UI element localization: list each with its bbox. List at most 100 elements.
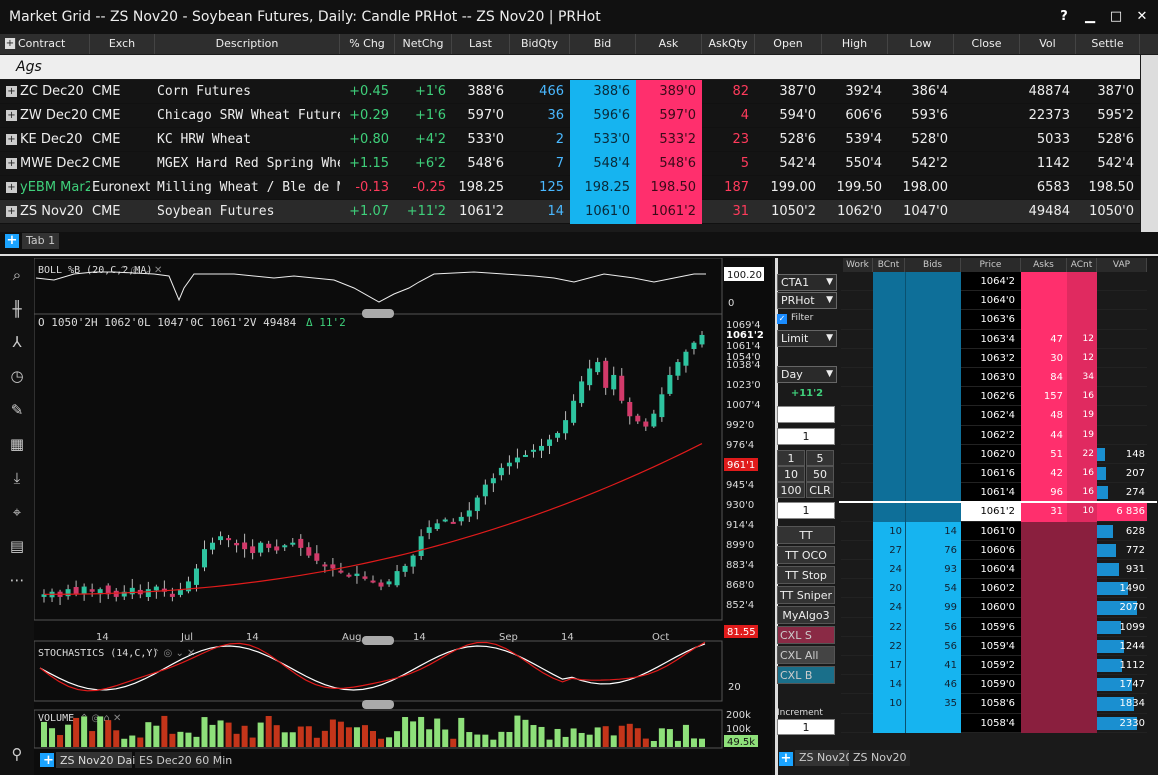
bid-cell[interactable]: 76 [905, 540, 961, 560]
cell-pchg[interactable]: +0.45 [340, 80, 395, 104]
qty-preset-button[interactable]: 100 [777, 482, 805, 498]
column-header[interactable]: Bid [570, 34, 636, 54]
cell-desc[interactable]: Soybean Futures [155, 200, 340, 224]
cell-settle[interactable]: 387'0 [1076, 80, 1140, 104]
qty-preset-button[interactable]: 1 [777, 450, 805, 466]
price-cell[interactable]: 1064'0 [961, 291, 1021, 311]
ladder-row[interactable]: 1061'6 42 16 207 [841, 464, 1147, 484]
cell-ask[interactable]: 533'2 [636, 128, 702, 152]
cell-pchg[interactable]: +1.15 [340, 152, 395, 176]
ladder-row[interactable]: 14 46 1059'0 1747 [841, 675, 1147, 695]
cell-ask[interactable]: 597'0 [636, 104, 702, 128]
cell-high[interactable]: 199.50 [822, 176, 888, 200]
cell-last[interactable]: 533'0 [452, 128, 510, 152]
work-cell[interactable] [841, 636, 873, 656]
algo-button[interactable]: TT OCO [777, 546, 835, 564]
work-cell[interactable] [841, 617, 873, 637]
column-header[interactable]: Open [755, 34, 822, 54]
cell-open[interactable]: 542'4 [755, 152, 822, 176]
cell-desc[interactable]: Corn Futures [155, 80, 340, 104]
cell-contract[interactable]: ZS Nov20 [18, 200, 90, 224]
pane-divider[interactable] [0, 254, 1158, 256]
ladder-row[interactable]: 22 56 1059'6 1099 [841, 617, 1147, 637]
bid-cell[interactable]: 93 [905, 560, 961, 580]
cell-contract[interactable]: ZW Dec20 [18, 104, 90, 128]
price-cell[interactable]: 1059'6 [961, 617, 1021, 637]
study-controls-icon[interactable]: ⌃ ◎ ⌄ ✕ [152, 648, 195, 659]
ask-cell[interactable] [1021, 272, 1067, 292]
ladder-row[interactable]: 1061'4 96 16 274 [841, 483, 1147, 503]
ladder-row[interactable]: 1062'6 157 16 [841, 387, 1147, 407]
cell-desc[interactable]: KC HRW Wheat [155, 128, 340, 152]
cell-low[interactable]: 593'6 [888, 104, 954, 128]
price-cell[interactable]: 1058'6 [961, 694, 1021, 714]
price-cell[interactable]: 1060'6 [961, 540, 1021, 560]
cell-ask[interactable]: 1061'2 [636, 200, 702, 224]
cell-askqty[interactable]: 187 [702, 176, 755, 200]
cell-netchg[interactable]: +6'2 [395, 152, 452, 176]
column-header[interactable]: % Chg [340, 34, 395, 54]
algo-button[interactable]: TT Sniper [777, 586, 835, 604]
bid-cell[interactable] [905, 348, 961, 368]
price-cell[interactable]: 1061'0 [961, 521, 1021, 541]
ask-cell[interactable]: 47 [1021, 329, 1067, 349]
work-cell[interactable] [841, 598, 873, 618]
price-cell[interactable]: 1059'2 [961, 656, 1021, 676]
bid-cell[interactable]: 56 [905, 636, 961, 656]
bid-cell[interactable]: 56 [905, 617, 961, 637]
cell-close[interactable] [954, 200, 1020, 224]
help-icon[interactable]: ? [1056, 8, 1072, 24]
column-header[interactable]: High [822, 34, 888, 54]
work-cell[interactable] [841, 444, 873, 464]
work-cell[interactable] [841, 694, 873, 714]
price-chart[interactable]: BOLL %B (20,C,2,MA)⌃ ◎ ⌄ ✕ 100.200O 1050'… [34, 258, 772, 775]
ask-cell[interactable]: 51 [1021, 444, 1067, 464]
column-header[interactable]: Vol [1020, 34, 1076, 54]
cell-vol[interactable]: 48874 [1020, 80, 1076, 104]
cell-netchg[interactable]: +1'6 [395, 104, 452, 128]
increment-field[interactable]: 1 [777, 719, 835, 735]
cell-last[interactable]: 597'0 [452, 104, 510, 128]
ladder-row[interactable]: 27 76 1060'6 772 [841, 540, 1147, 560]
ask-cell[interactable] [1021, 598, 1067, 618]
cell-bidqty[interactable]: 466 [510, 80, 570, 104]
ladder-row[interactable]: 1062'0 51 22 148 [841, 444, 1147, 464]
cell-vol[interactable]: 6583 [1020, 176, 1076, 200]
cell-close[interactable] [954, 128, 1020, 152]
clock-icon[interactable]: ◷ [8, 367, 26, 385]
ask-cell[interactable] [1021, 579, 1067, 599]
cell-askqty[interactable]: 31 [702, 200, 755, 224]
bid-cell[interactable] [905, 387, 961, 407]
layout-icon[interactable]: ▦ [8, 435, 26, 453]
ladder-row[interactable]: 1064'2 [841, 272, 1147, 292]
ask-cell[interactable] [1021, 713, 1067, 733]
ladder-row[interactable]: 1058'4 2330 [841, 713, 1147, 733]
cell-open[interactable]: 1050'2 [755, 200, 822, 224]
cell-bidqty[interactable]: 125 [510, 176, 570, 200]
cell-netchg[interactable]: -0.25 [395, 176, 452, 200]
cell-settle[interactable]: 595'2 [1076, 104, 1140, 128]
ask-cell[interactable] [1021, 310, 1067, 330]
work-cell[interactable] [841, 656, 873, 676]
ladder-row[interactable]: 1063'4 47 12 [841, 329, 1147, 349]
cell-bidqty[interactable]: 2 [510, 128, 570, 152]
calendar-icon[interactable]: ▤ [8, 537, 26, 555]
cell-open[interactable]: 199.00 [755, 176, 822, 200]
quantity-field-2[interactable]: 1 [777, 502, 835, 519]
bid-cell[interactable]: 41 [905, 656, 961, 676]
cell-bid[interactable]: 198.25 [570, 176, 636, 200]
ladder-row[interactable]: 22 56 1059'4 1244 [841, 636, 1147, 656]
algo-button[interactable]: MyAlgo3 [777, 606, 835, 624]
cell-vol[interactable]: 5033 [1020, 128, 1076, 152]
crosshair-icon[interactable]: ⌖ [8, 503, 26, 521]
draw-icon[interactable]: ✎ [8, 401, 26, 419]
work-cell[interactable] [841, 406, 873, 426]
cell-close[interactable] [954, 176, 1020, 200]
expand-icon[interactable]: + [6, 110, 17, 121]
bid-cell[interactable] [905, 329, 961, 349]
cell-exch[interactable]: CME [90, 80, 155, 104]
work-cell[interactable] [841, 713, 873, 733]
ladder-row[interactable]: 10 35 1058'6 1834 [841, 694, 1147, 714]
cell-bid[interactable]: 533'0 [570, 128, 636, 152]
cell-askqty[interactable]: 82 [702, 80, 755, 104]
